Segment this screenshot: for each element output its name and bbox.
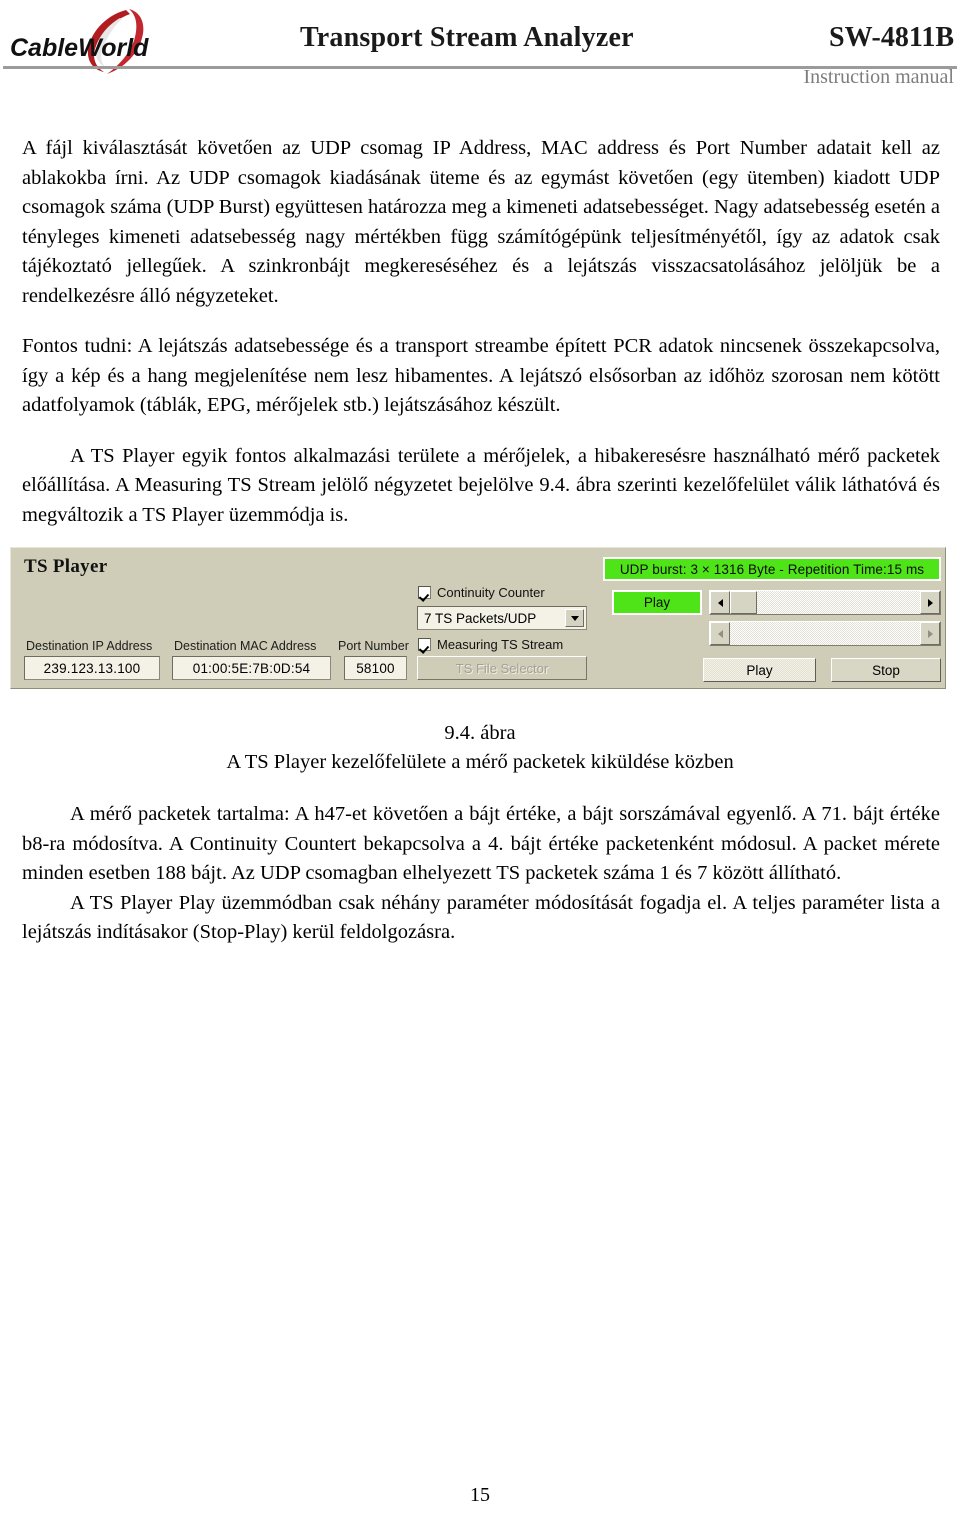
chevron-down-glyph [570,615,579,621]
lower-text-block: A mérő packetek tartalma: A h47-et követ… [22,800,940,948]
scrollbar-thumb[interactable] [730,591,757,614]
bitrate-scrollbar[interactable] [709,590,941,615]
paragraph-3-text: A TS Player egyik fontos alkalmazási ter… [22,444,940,526]
ts-file-selector-button: TS File Selector [417,656,587,680]
destination-ip-label: Destination IP Address [26,639,153,653]
destination-mac-label: Destination MAC Address [174,639,317,653]
scrollbar-track-disabled [730,622,920,645]
figure-description: A TS Player kezelőfelülete a mérő packet… [226,751,734,773]
packets-per-udp-select[interactable]: 7 TS Packets/UDP [417,606,587,630]
scroll-right-button[interactable] [920,591,940,614]
destination-mac-input[interactable]: 01:00:5E:7B:0D:54 [172,656,331,680]
play-button[interactable]: Play [703,658,816,682]
arrow-left-icon [717,598,723,607]
svg-text:CableWorld: CableWorld [10,34,149,62]
chevron-down-icon[interactable] [565,609,584,627]
paragraph-5: A TS Player Play üzemmódban csak néhány … [22,889,940,948]
continuity-counter-checkbox-row[interactable]: Continuity Counter [418,585,545,600]
ts-player-panel: TS Player Destination IP Address 239.123… [10,547,946,689]
arrow-right-icon [927,598,933,607]
secondary-scrollbar [709,621,941,646]
arrow-right-icon [927,629,933,638]
play-status-indicator: Play [612,590,702,615]
paragraph-3: A TS Player egyik fontos alkalmazási ter… [22,442,940,531]
continuity-counter-label: Continuity Counter [437,585,545,600]
scroll-right-button-disabled [920,622,940,645]
paragraph-2: Fontos tudni: A lejátszás adatsebessége … [22,335,940,416]
ts-player-title: TS Player [24,556,108,577]
page-number: 15 [470,1484,490,1506]
scroll-left-button[interactable] [710,591,730,614]
arrow-left-icon [717,629,723,638]
udp-burst-status: UDP burst: 3 × 1316 Byte - Repetition Ti… [603,557,941,581]
stop-button[interactable]: Stop [831,658,941,682]
measuring-ts-stream-checkbox-row[interactable]: Measuring TS Stream [418,637,563,652]
paragraph-1: A fájl kiválasztását követően az UDP cso… [22,137,940,307]
port-number-input[interactable]: 58100 [344,656,407,680]
scroll-left-button-disabled [710,622,730,645]
paragraph-4-text: A mérő packetek tartalma: A h47-et követ… [22,803,940,884]
figure-caption: 9.4. ábra A TS Player kezelőfelülete a m… [0,719,960,777]
paragraph-4: A mérő packetek tartalma: A h47-et követ… [22,800,940,889]
paragraph-5-text: A TS Player Play üzemmódban csak néhány … [22,891,940,944]
packets-per-udp-value: 7 TS Packets/UDP [424,610,537,626]
destination-ip-input[interactable]: 239.123.13.100 [24,656,160,680]
upper-text-block: A fájl kiválasztását követően az UDP cso… [22,134,940,530]
continuity-counter-checkbox[interactable] [418,586,431,599]
scrollbar-track[interactable] [730,591,920,614]
page-header: CableWorld Transport Stream Analyzer SW-… [0,0,960,100]
document-subtitle: Instruction manual [803,66,954,88]
port-number-label: Port Number [338,639,409,653]
measuring-ts-stream-checkbox[interactable] [418,638,431,651]
product-model: SW-4811B [829,22,954,53]
measuring-ts-stream-label: Measuring TS Stream [437,637,564,652]
document-title: Transport Stream Analyzer [300,22,634,53]
figure-number: 9.4. ábra [444,722,516,744]
